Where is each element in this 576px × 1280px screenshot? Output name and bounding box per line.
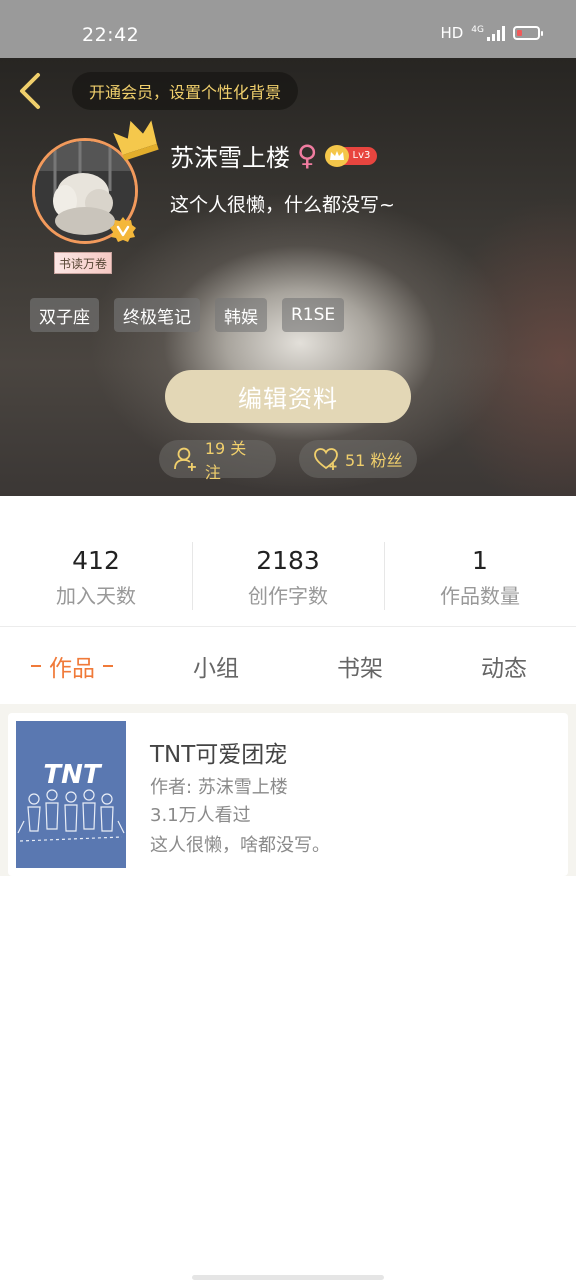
chevron-left-icon (20, 73, 40, 109)
stat-label: 作品数量 (440, 584, 520, 608)
stats-row: 412 加入天数 2183 创作字数 1 作品数量 (0, 530, 576, 614)
vip-background-banner[interactable]: 开通会员，设置个性化背景 (72, 72, 299, 110)
stat-join-days: 412 加入天数 (0, 530, 192, 614)
username: 苏沫雪上楼 (170, 144, 290, 172)
tab-indicator-left (31, 665, 41, 667)
work-author: 作者: 苏沫雪上楼 (150, 777, 288, 798)
tab-label: 动态 (481, 656, 527, 682)
female-icon: ♀ (297, 138, 318, 172)
status-bar: 22:42 HD 4G (0, 0, 576, 58)
tab-label: 作品 (49, 656, 95, 682)
following-label: 19 关注 (204, 439, 247, 482)
tag-item[interactable]: 终极笔记 (114, 298, 200, 332)
following-button[interactable]: 19 关注 (159, 439, 276, 482)
section-divider (0, 626, 576, 627)
tab-works[interactable]: 作品 (0, 628, 144, 704)
stat-label: 加入天数 (56, 584, 136, 608)
profile-tabs: 作品 小组 书架 动态 (0, 628, 576, 704)
verified-icon (110, 217, 136, 242)
signal-type-label: 4G (471, 24, 484, 35)
tab-groups[interactable]: 小组 (144, 628, 288, 704)
stat-label: 创作字数 (248, 584, 328, 608)
level-crown-icon (324, 144, 349, 167)
battery-icon (513, 26, 543, 40)
tab-activity[interactable]: 动态 (432, 628, 576, 704)
stat-word-count: 2183 创作字数 (192, 530, 384, 614)
work-description: 这人很懒，啥都没写。 (150, 835, 330, 856)
tag-list: 双子座 终极笔记 韩娱 R1SE (30, 298, 345, 332)
level-badge: Lv3 (324, 144, 378, 167)
profile-header: 开通会员，设置个性化背景 书读万卷 苏沫雪上楼 ♀ Lv3 这个人很懒，什么都没… (0, 58, 576, 496)
user-bio: 这个人很懒，什么都没写~ (170, 194, 395, 216)
reading-badge: 书读万卷 (54, 252, 113, 274)
stat-value: 2183 (256, 546, 320, 575)
add-user-icon (174, 447, 196, 471)
status-time: 22:42 (82, 24, 140, 46)
home-indicator[interactable] (192, 1275, 384, 1280)
status-icons: HD 4G (440, 24, 543, 42)
work-views: 3.1万人看过 (150, 805, 251, 826)
tag-item[interactable]: R1SE (282, 298, 345, 332)
back-button[interactable] (14, 70, 46, 112)
tab-label: 书架 (337, 656, 383, 682)
fans-label: 51 粉丝 (345, 451, 403, 470)
network-label: HD (440, 24, 464, 42)
cover-art: TNT (16, 721, 126, 868)
edit-profile-button[interactable]: 编辑资料 (165, 370, 411, 423)
stat-works-count: 1 作品数量 (384, 530, 576, 614)
signal-icon: 4G (471, 24, 505, 41)
stat-value: 1 (472, 546, 488, 575)
work-title[interactable]: TNT可爱团宠 (150, 735, 287, 769)
tab-indicator-right (103, 665, 113, 667)
cover-text: TNT (43, 760, 102, 790)
stat-value: 412 (72, 546, 120, 575)
work-cover[interactable]: TNT (16, 721, 126, 868)
tag-item[interactable]: 韩娱 (215, 298, 267, 332)
tab-bookshelf[interactable]: 书架 (288, 628, 432, 704)
crown-icon (113, 120, 159, 161)
tab-label: 小组 (193, 656, 239, 682)
fans-button[interactable]: 51 粉丝 (299, 440, 417, 478)
username-row: 苏沫雪上楼 ♀ Lv3 (170, 138, 378, 173)
work-card[interactable]: TNT TNT可爱团宠 作者: 苏沫雪上楼 3.1万人看过 这人很懒，啥都没写。 (8, 713, 568, 876)
heart-icon (314, 448, 338, 470)
tag-item[interactable]: 双子座 (30, 298, 99, 332)
